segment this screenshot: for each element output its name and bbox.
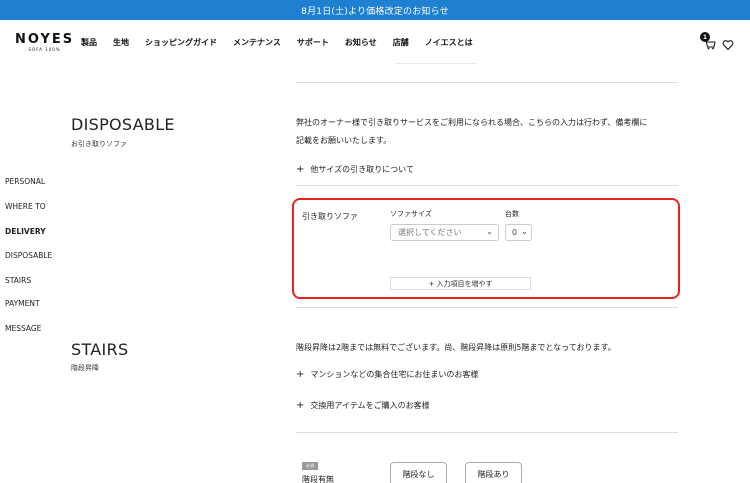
- stairs-link-exchange[interactable]: + 交換用アイテムをご購入のお客様: [296, 400, 430, 411]
- disposable-description-line2: 記載をお願いいたします。: [296, 136, 392, 145]
- divider: [296, 307, 678, 308]
- sidebar-item-personal[interactable]: PERSONAL: [5, 177, 45, 186]
- sidebar-item-disposable[interactable]: DISPOSABLE: [5, 251, 52, 260]
- sofa-size-select[interactable]: 選択してください ⌄: [390, 224, 499, 241]
- nav-item-support[interactable]: サポート: [297, 37, 329, 48]
- sidebar-item-delivery[interactable]: DELIVERY: [5, 227, 46, 236]
- site-header: NOYES SOFA 100% 製品 生地 ショッピングガイド メンテナンス サ…: [0, 20, 750, 64]
- nav-item-fabric[interactable]: 生地: [113, 37, 129, 48]
- stairs-link-exchange-label: 交換用アイテムをご購入のお客様: [310, 401, 430, 410]
- other-sizes-label: 他サイズの引き取りについて: [310, 165, 414, 174]
- stairs-field-label: 階段有無: [302, 475, 334, 483]
- announcement-text[interactable]: 8月1日(土)より価格改定のお知らせ: [301, 4, 449, 17]
- plus-icon: +: [296, 164, 305, 175]
- other-sizes-toggle[interactable]: + 他サイズの引き取りについて: [296, 164, 414, 175]
- count-value: 0: [512, 228, 518, 237]
- nav-item-shopping-guide[interactable]: ショッピングガイド: [145, 37, 217, 48]
- stairs-title: STAIRS: [71, 340, 129, 359]
- sofa-size-value: 選択してください: [398, 228, 462, 237]
- nav-item-news[interactable]: お知らせ: [345, 37, 377, 48]
- nav-item-stores[interactable]: 店舗: [393, 37, 409, 48]
- logo-text: NOYES: [15, 32, 75, 47]
- nav-item-products[interactable]: 製品: [81, 37, 97, 48]
- heart-icon: [722, 40, 734, 51]
- sidebar-item-message[interactable]: MESSAGE: [5, 324, 41, 333]
- required-badge: 必須: [302, 462, 318, 470]
- disposable-form-label: 引き取りソファ: [302, 212, 358, 221]
- main-nav: 製品 生地 ショッピングガイド メンテナンス サポート お知らせ 店舗 ノイエス…: [81, 37, 489, 48]
- stairs-subtitle: 階段昇降: [71, 364, 99, 372]
- divider: [296, 185, 678, 186]
- chevron-down-icon: ⌄: [521, 227, 528, 236]
- add-item-button[interactable]: + 入力項目を増やす: [390, 277, 531, 290]
- plus-icon: +: [296, 369, 305, 380]
- has-stairs-button[interactable]: 階段あり: [465, 462, 522, 483]
- stairs-description: 階段昇降は2階までは無料でございます。尚、階段昇降は原則5階までとなっております…: [296, 343, 616, 352]
- disposable-subtitle: お引き取りソファ: [71, 140, 127, 148]
- favorites-button[interactable]: [722, 36, 734, 51]
- sidebar-item-where-to[interactable]: WHERE TO: [5, 202, 46, 211]
- count-label: 台数: [505, 210, 519, 218]
- sidebar-item-payment[interactable]: PAYMENT: [5, 299, 40, 308]
- disposable-title: DISPOSABLE: [71, 115, 175, 134]
- logo-subtext: SOFA 100%: [28, 47, 61, 52]
- announcement-bar[interactable]: 8月1日(土)より価格改定のお知らせ: [0, 0, 750, 20]
- plus-icon: +: [296, 400, 305, 411]
- stairs-link-apartment[interactable]: + マンションなどの集合住宅にお住まいのお客様: [296, 369, 478, 380]
- divider: [296, 82, 678, 83]
- cart-button[interactable]: 1: [700, 32, 716, 50]
- nav-item-maintenance[interactable]: メンテナンス: [233, 37, 281, 48]
- divider: [296, 432, 678, 433]
- cart-count-badge: 1: [700, 32, 710, 42]
- sidebar-item-stairs[interactable]: STAIRS: [5, 276, 31, 285]
- disposable-description-line1: 弊社のオーナー様で引き取りサービスをご利用になられる場合、こちらの入力は行わず、…: [296, 118, 648, 127]
- stairs-link-apartment-label: マンションなどの集合住宅にお住まいのお客様: [310, 370, 479, 379]
- divider: [395, 63, 477, 64]
- chevron-down-icon: ⌄: [486, 227, 493, 236]
- count-select[interactable]: 0 ⌄: [505, 224, 532, 241]
- no-stairs-button[interactable]: 階段なし: [390, 462, 447, 483]
- sofa-size-label: ソファサイズ: [390, 210, 432, 218]
- nav-item-about[interactable]: ノイエスとは: [425, 37, 473, 48]
- logo[interactable]: NOYES SOFA 100%: [15, 32, 74, 52]
